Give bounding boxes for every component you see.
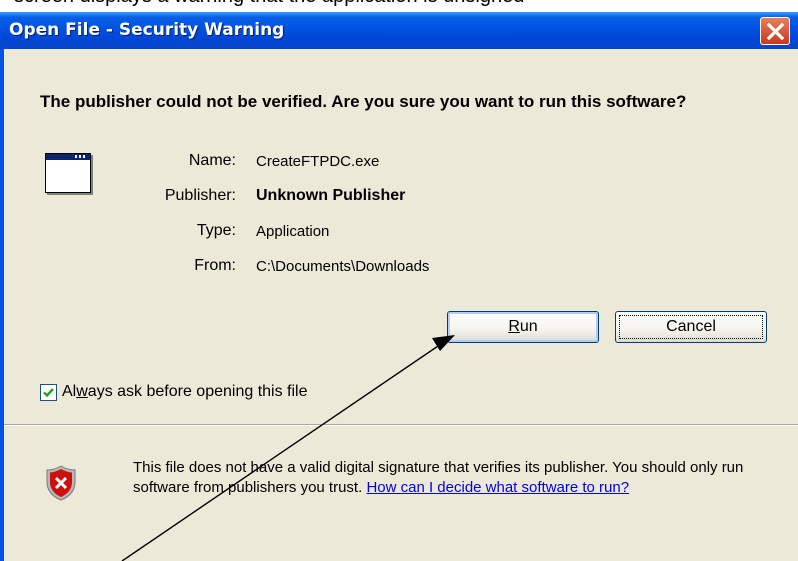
from-label: From: xyxy=(194,257,236,274)
divider xyxy=(4,424,798,426)
top-caption: screen displays a warning that the appli… xyxy=(0,0,798,12)
window-title: Open File - Security Warning xyxy=(9,20,285,40)
label-part-2: ays ask before opening this file xyxy=(87,383,308,400)
focus-rect xyxy=(619,315,763,339)
type-value: Application xyxy=(256,223,330,240)
run-label: un xyxy=(519,318,538,335)
signature-warning: This file does not have a valid digital … xyxy=(133,458,783,498)
label-mnemonic: w xyxy=(76,383,88,400)
name-value: CreateFTPDC.exe xyxy=(256,153,380,170)
caption-text: screen displays a warning that the appli… xyxy=(14,0,524,8)
warning-header: The publisher could not be verified. Are… xyxy=(40,92,687,111)
security-shield-icon xyxy=(46,465,76,501)
publisher-value: Unknown Publisher xyxy=(256,187,406,204)
always-ask-checkbox[interactable] xyxy=(40,384,57,401)
security-warning-dialog: Open File - Security Warning The publish… xyxy=(0,12,798,561)
cancel-button[interactable]: Cancel xyxy=(615,311,767,343)
from-value: C:\Documents\Downloads xyxy=(256,258,430,275)
close-button[interactable] xyxy=(760,17,790,45)
type-label: Type: xyxy=(196,222,236,239)
run-mnemonic: R xyxy=(508,318,520,335)
publisher-label: Publisher: xyxy=(164,187,236,204)
close-x-icon xyxy=(766,22,785,41)
name-label: Name: xyxy=(188,152,236,169)
always-ask-label: Always ask before opening this file xyxy=(62,383,307,401)
title-bar: Open File - Security Warning xyxy=(0,12,798,49)
window-frame-left xyxy=(0,49,4,561)
checkmark-icon xyxy=(43,388,54,398)
label-part-1: Al xyxy=(62,383,77,400)
run-button[interactable]: Run xyxy=(447,311,599,343)
help-link[interactable]: How can I decide what software to run? xyxy=(366,479,629,496)
